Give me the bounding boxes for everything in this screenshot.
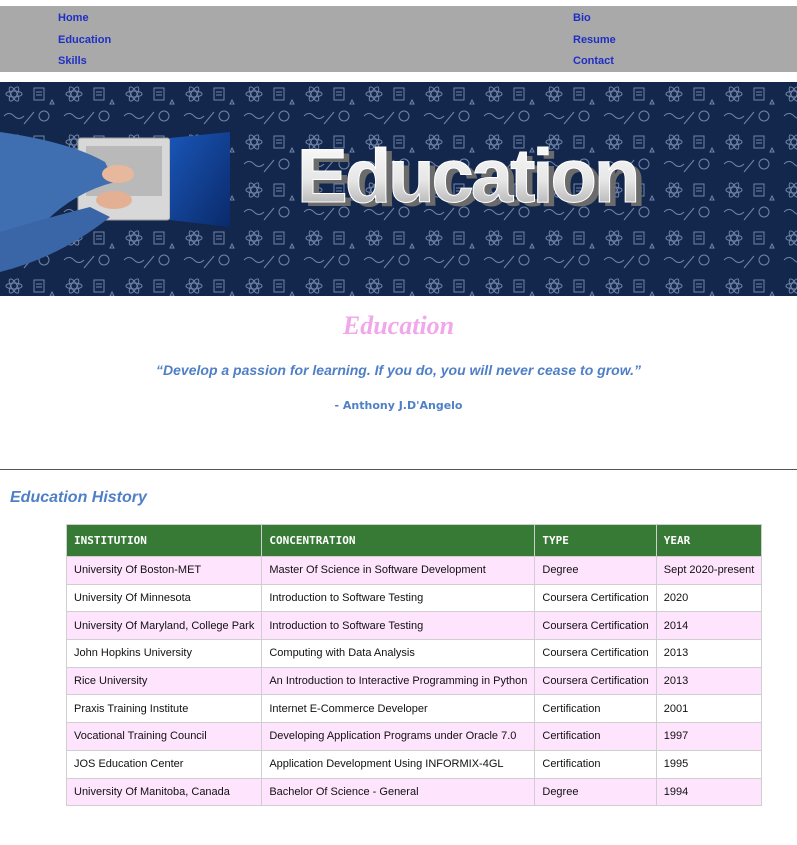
- institution-cell: University Of Manitoba, Canada: [65, 777, 263, 807]
- table-row: University Of Maryland, College Park Int…: [65, 611, 763, 641]
- concentration-cell: Bachelor Of Science - General: [261, 777, 536, 807]
- concentration-cell: An Introduction to Interactive Programmi…: [261, 666, 536, 696]
- institution-cell: JOS Education Center: [65, 749, 263, 779]
- institution-cell: University Of Minnesota: [65, 583, 263, 613]
- nav-link-resume[interactable]: Resume: [573, 34, 616, 46]
- table-row: University Of Boston-MET Master Of Scien…: [65, 556, 763, 585]
- institution-cell: University Of Boston-MET: [65, 556, 263, 585]
- type-cell: Certification: [534, 749, 657, 779]
- type-cell: Certification: [534, 722, 657, 751]
- institution-cell: University Of Maryland, College Park: [65, 611, 263, 641]
- concentration-cell: Master Of Science in Software Developmen…: [261, 556, 536, 585]
- quote-text: “Develop a passion for learning. If you …: [156, 362, 641, 378]
- institution-cell: John Hopkins University: [65, 639, 263, 668]
- concentration-cell: Introduction to Software Testing: [261, 583, 536, 613]
- nav-link-skills[interactable]: Skills: [58, 55, 87, 67]
- year-cell: 2001: [655, 694, 763, 724]
- type-cell: Degree: [534, 777, 657, 807]
- column-header-year: YEAR: [655, 524, 763, 557]
- type-cell: Coursera Certification: [534, 666, 657, 696]
- year-cell: Sept 2020-present: [655, 556, 763, 585]
- type-cell: Degree: [534, 556, 657, 585]
- quote-author: - Anthony J.D'Angelo: [334, 399, 463, 412]
- education-banner-image: Education Education: [0, 82, 797, 296]
- concentration-cell: Internet E-Commerce Developer: [261, 694, 536, 724]
- concentration-cell: Application Development Using INFORMIX-4…: [261, 749, 536, 779]
- table-row: University Of Minnesota Introduction to …: [65, 583, 763, 613]
- banner-illustration: Education Education: [0, 82, 797, 296]
- type-cell: Coursera Certification: [534, 611, 657, 641]
- type-cell: Coursera Certification: [534, 639, 657, 668]
- nav-link-contact[interactable]: Contact: [573, 55, 614, 67]
- table-row: JOS Education Center Application Develop…: [65, 749, 763, 779]
- column-header-concentration: CONCENTRATION: [261, 524, 536, 557]
- type-cell: Certification: [534, 694, 657, 724]
- year-cell: 1994: [655, 777, 763, 807]
- education-history-table: INSTITUTION CONCENTRATION TYPE YEAR Univ…: [65, 524, 763, 807]
- institution-cell: Rice University: [65, 666, 263, 696]
- concentration-cell: Computing with Data Analysis: [261, 639, 536, 668]
- section-divider: [0, 469, 797, 470]
- nav-link-bio[interactable]: Bio: [573, 12, 591, 24]
- nav-link-education[interactable]: Education: [58, 34, 111, 46]
- table-row: Rice University An Introduction to Inter…: [65, 666, 763, 696]
- year-cell: 2014: [655, 611, 763, 641]
- table-row: John Hopkins University Computing with D…: [65, 639, 763, 668]
- institution-cell: Praxis Training Institute: [65, 694, 263, 724]
- page-title: Education: [342, 311, 455, 340]
- year-cell: 2013: [655, 666, 763, 696]
- concentration-cell: Introduction to Software Testing: [261, 611, 536, 641]
- year-cell: 2013: [655, 639, 763, 668]
- column-header-institution: INSTITUTION: [65, 524, 263, 557]
- institution-cell: Vocational Training Council: [65, 722, 263, 751]
- concentration-cell: Developing Application Programs under Or…: [261, 722, 536, 751]
- nav-link-home[interactable]: Home: [58, 12, 89, 24]
- year-cell: 1995: [655, 749, 763, 779]
- table-row: Vocational Training Council Developing A…: [65, 722, 763, 751]
- column-header-type: TYPE: [534, 524, 657, 557]
- table-header-row: INSTITUTION CONCENTRATION TYPE YEAR: [65, 524, 763, 557]
- top-navigation: Home Education Skills Bio Resume Contact: [0, 6, 797, 72]
- banner-word: Education: [297, 134, 637, 219]
- education-history-title: Education History: [10, 489, 147, 506]
- type-cell: Coursera Certification: [534, 583, 657, 613]
- year-cell: 1997: [655, 722, 763, 751]
- year-cell: 2020: [655, 583, 763, 613]
- table-row: Praxis Training Institute Internet E-Com…: [65, 694, 763, 724]
- table-row: University Of Manitoba, Canada Bachelor …: [65, 777, 763, 807]
